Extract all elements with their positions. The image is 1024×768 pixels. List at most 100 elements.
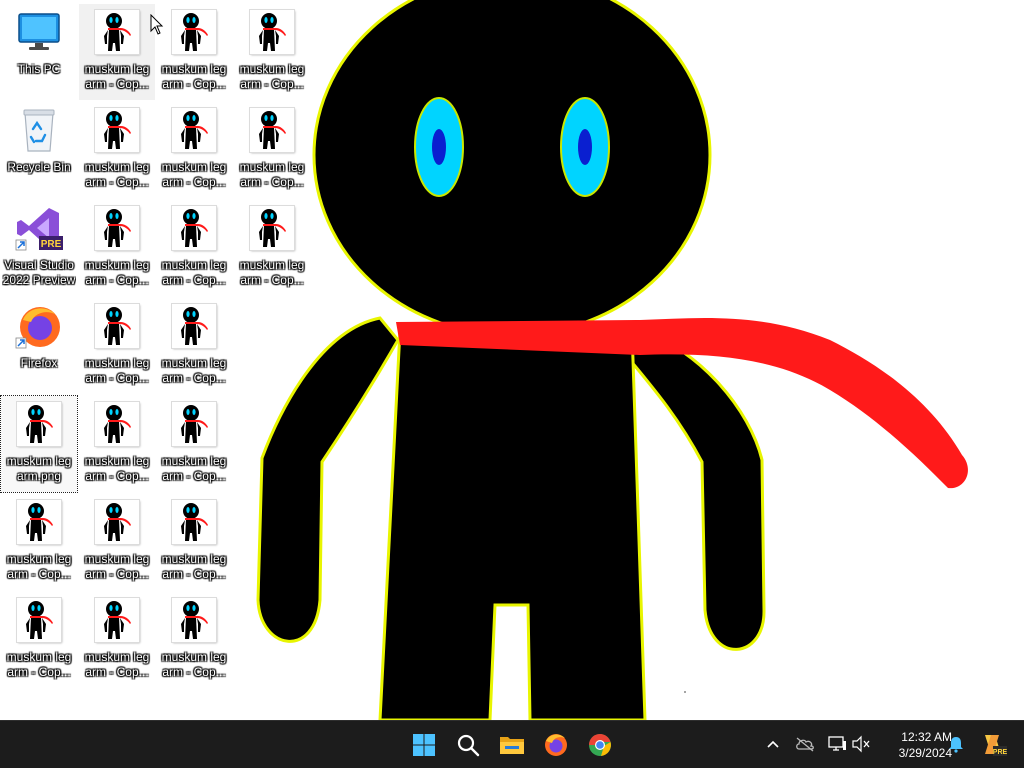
desktop-icon-label: muskum leg arm.png bbox=[6, 454, 72, 483]
desktop-icon-label: muskum leg arm - Cop... bbox=[239, 258, 305, 287]
file-explorer-button[interactable] bbox=[494, 727, 530, 763]
image-thumbnail-icon bbox=[248, 204, 296, 252]
desktop-icon-file[interactable]: muskum leg arm - Cop... bbox=[79, 592, 155, 688]
recycle-bin-icon bbox=[15, 106, 63, 154]
copilot-pre-icon: PRE bbox=[985, 735, 1007, 756]
desktop-icon-label: Recycle Bin bbox=[7, 160, 71, 174]
onedrive-tray-button[interactable] bbox=[794, 733, 816, 755]
volume-muted-icon bbox=[852, 735, 870, 753]
desktop-icon-file[interactable]: muskum leg arm - Cop... bbox=[234, 200, 310, 296]
image-thumbnail-icon bbox=[93, 400, 141, 448]
desktop-icon-label: muskum leg arm - Cop... bbox=[161, 356, 227, 385]
copilot-button[interactable]: PRE bbox=[978, 731, 1008, 759]
desktop-icon-visual-studio-preview[interactable]: PRE Visual Studio 2022 Preview bbox=[1, 200, 77, 296]
visual-studio-preview-icon: PRE bbox=[15, 204, 63, 252]
firefox-icon bbox=[545, 734, 567, 756]
chrome-taskbar-button[interactable] bbox=[582, 727, 618, 763]
image-thumbnail-icon bbox=[93, 498, 141, 546]
start-button[interactable] bbox=[406, 727, 442, 763]
desktop-icon-file[interactable]: muskum leg arm - Cop... bbox=[79, 298, 155, 394]
desktop-icon-file[interactable]: muskum leg arm - Cop... bbox=[79, 102, 155, 198]
firefox-icon bbox=[15, 302, 63, 350]
onedrive-offline-icon bbox=[796, 737, 814, 752]
desktop-icon-file[interactable]: muskum leg arm - Cop... bbox=[1, 592, 77, 688]
desktop-icon-firefox[interactable]: Firefox bbox=[1, 298, 77, 394]
image-thumbnail-icon bbox=[170, 8, 218, 56]
chevron-up-icon bbox=[767, 740, 779, 748]
image-thumbnail-icon bbox=[93, 204, 141, 252]
image-thumbnail-icon bbox=[170, 498, 218, 546]
desktop-icon-label: muskum leg arm - Cop... bbox=[161, 454, 227, 483]
desktop-icon-file[interactable]: muskum leg arm - Cop... bbox=[234, 102, 310, 198]
mouse-cursor bbox=[150, 14, 164, 35]
image-thumbnail-icon bbox=[93, 8, 141, 56]
monitor-icon bbox=[15, 8, 63, 56]
desktop-icon-file[interactable]: muskum leg arm - Cop... bbox=[79, 494, 155, 590]
search-icon bbox=[457, 734, 480, 757]
desktop-icon-label: muskum leg arm - Cop... bbox=[161, 62, 227, 91]
firefox-taskbar-button[interactable] bbox=[538, 727, 574, 763]
desktop-icon-file[interactable]: muskum leg arm - Cop... bbox=[156, 494, 232, 590]
desktop-icon-label: Firefox bbox=[20, 356, 58, 370]
image-thumbnail-icon bbox=[15, 596, 63, 644]
bell-icon bbox=[949, 737, 963, 753]
desktop-icon-label: Visual Studio 2022 Preview bbox=[2, 258, 76, 287]
windows-logo-icon bbox=[413, 734, 435, 756]
taskbar: 12:32 AM 3/29/2024 PRE bbox=[0, 720, 1024, 768]
image-thumbnail-icon bbox=[170, 596, 218, 644]
desktop-icon-file[interactable]: muskum leg arm - Cop... bbox=[79, 4, 155, 100]
desktop-icon-selected-file[interactable]: muskum leg arm.png bbox=[0, 395, 78, 493]
wallpaper-speck bbox=[684, 691, 686, 693]
desktop-icon-label: muskum leg arm - Cop... bbox=[239, 160, 305, 189]
image-thumbnail-icon bbox=[93, 596, 141, 644]
desktop-icon-file[interactable]: muskum leg arm - Cop... bbox=[156, 102, 232, 198]
desktop-icon-label: muskum leg arm - Cop... bbox=[239, 62, 305, 91]
folder-icon bbox=[500, 737, 524, 754]
desktop-icon-file[interactable]: muskum leg arm - Cop... bbox=[156, 396, 232, 492]
desktop-icon-label: muskum leg arm - Cop... bbox=[161, 258, 227, 287]
notifications-button[interactable] bbox=[945, 733, 967, 755]
desktop-icon-file[interactable]: muskum leg arm - Cop... bbox=[156, 298, 232, 394]
desktop-icon-label: This PC bbox=[17, 62, 61, 76]
desktop-icon-recycle-bin[interactable]: Recycle Bin bbox=[1, 102, 77, 198]
svg-text:PRE: PRE bbox=[993, 749, 1007, 756]
image-thumbnail-icon bbox=[170, 204, 218, 252]
desktop-icon-file[interactable]: muskum leg arm - Cop... bbox=[234, 4, 310, 100]
desktop-icon-label: muskum leg arm - Cop... bbox=[161, 650, 227, 679]
image-thumbnail-icon bbox=[93, 106, 141, 154]
chrome-icon bbox=[589, 734, 611, 756]
desktop-icon-file[interactable]: muskum leg arm - Cop... bbox=[156, 592, 232, 688]
clock-time: 12:32 AM bbox=[901, 730, 952, 744]
image-thumbnail-icon bbox=[93, 302, 141, 350]
image-thumbnail-icon bbox=[170, 106, 218, 154]
volume-tray-button[interactable] bbox=[850, 733, 872, 755]
desktop-icon-label: muskum leg arm - Cop... bbox=[6, 552, 72, 581]
desktop-icon-label: muskum leg arm - Cop... bbox=[84, 62, 150, 91]
desktop-icon-file[interactable]: muskum leg arm - Cop... bbox=[156, 4, 232, 100]
image-thumbnail-icon bbox=[248, 106, 296, 154]
taskbar-clock[interactable]: 12:32 AM 3/29/2024 bbox=[876, 729, 952, 761]
network-tray-button[interactable] bbox=[826, 733, 848, 755]
search-button[interactable] bbox=[450, 727, 486, 763]
desktop-icon-label: muskum leg arm - Cop... bbox=[161, 160, 227, 189]
image-thumbnail-icon bbox=[170, 302, 218, 350]
desktop-icon-label: muskum leg arm - Cop... bbox=[84, 160, 150, 189]
image-thumbnail-icon bbox=[248, 8, 296, 56]
image-thumbnail-icon bbox=[15, 400, 63, 448]
desktop-icon-file[interactable]: muskum leg arm - Cop... bbox=[79, 396, 155, 492]
clock-date: 3/29/2024 bbox=[898, 746, 952, 760]
desktop-icon-file[interactable]: muskum leg arm - Cop... bbox=[1, 494, 77, 590]
desktop-icon-file[interactable]: muskum leg arm - Cop... bbox=[79, 200, 155, 296]
pre-badge-text: PRE bbox=[41, 239, 62, 250]
desktop-icon-label: muskum leg arm - Cop... bbox=[84, 650, 150, 679]
desktop-icon-file[interactable]: muskum leg arm - Cop... bbox=[156, 200, 232, 296]
desktop-icon-label: muskum leg arm - Cop... bbox=[84, 356, 150, 385]
desktop-icon-label: muskum leg arm - Cop... bbox=[84, 552, 150, 581]
figure-head bbox=[312, 0, 712, 337]
desktop-icon-label: muskum leg arm - Cop... bbox=[84, 454, 150, 483]
show-hidden-icons-button[interactable] bbox=[762, 733, 784, 755]
desktop-icon-this-pc[interactable]: This PC bbox=[1, 4, 77, 100]
desktop-icon-label: muskum leg arm - Cop... bbox=[161, 552, 227, 581]
network-icon bbox=[828, 736, 846, 751]
desktop-icon-label: muskum leg arm - Cop... bbox=[84, 258, 150, 287]
